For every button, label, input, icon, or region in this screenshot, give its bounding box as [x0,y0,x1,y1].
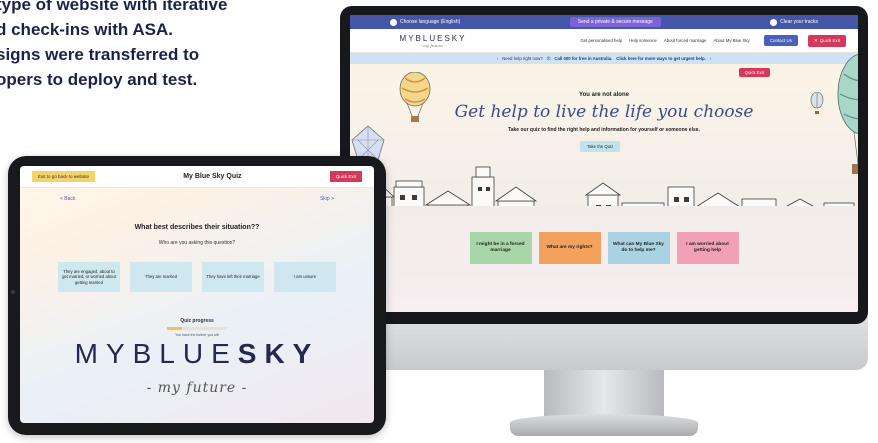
nav-link[interactable]: Help someone [629,38,657,43]
topic-card[interactable]: What are my rights? [538,232,601,264]
utility-bar: Choose language (English) Send a private… [350,15,858,29]
quiz-screen: Exit to go back to website My Blue Sky Q… [20,166,374,423]
intro-line: d check-ins with ASA. [0,20,173,39]
desktop-website: Choose language (English) Send a private… [350,15,858,312]
quiz-question: What best describes their situation?? [134,224,260,231]
quick-exit-button[interactable]: ✕ Quick Exit [807,34,846,47]
quiz-title: My Blue Sky Quiz [183,173,242,180]
nav-links: Get personalised help Help someone About… [478,38,754,43]
back-link[interactable]: < Back [60,196,75,202]
phone-icon: ✆ [546,55,551,61]
topic-cards: I might be in a forced marriage What are… [350,206,858,312]
site-logo[interactable]: MYBLUESKY - my future - [398,34,468,48]
quiz-header: Exit to go back to website My Blue Sky Q… [20,166,374,188]
brand-wordmark: MYBLUESKY [74,338,320,369]
quiz-nav: < Back Skip > [20,188,374,202]
back-to-website-button[interactable]: Exit to go back to website [32,171,96,182]
hero-headline: Get help to live the life you choose [454,102,754,122]
progress-bar [167,327,227,330]
topic-card[interactable]: I am worried about getting help [676,232,739,264]
desktop-monitor: Choose language (English) Send a private… [340,6,878,438]
language-selector[interactable]: Choose language (English) [390,18,460,26]
quiz-option[interactable]: They are married [130,262,192,292]
quiz-option[interactable]: They are engaged, about to get married, … [58,262,120,292]
brand-tagline: - my future - [146,380,248,396]
quiz-options: They are engaged, about to get married, … [20,262,374,292]
clear-tracks-link[interactable]: Clear your tracks [770,18,818,26]
globe-icon [390,18,397,26]
chevron-right-icon[interactable]: › [710,56,711,61]
hero-eyebrow: You are not alone [579,92,629,98]
take-quiz-button[interactable]: Take the Quiz [580,141,621,152]
intro-line: opers to deploy and test. [0,70,198,89]
intro-line: type of website with iterative [0,0,228,14]
topic-card[interactable]: What can My Blue Sky do to help me? [607,232,670,264]
urgent-help-strip: ‹ Need help right now? ✆ Call 000 for fr… [350,53,858,64]
nav-link[interactable]: About My Blue Sky [713,38,749,43]
chevron-left-icon[interactable]: ‹ [497,56,498,61]
tablet-device: Exit to go back to website My Blue Sky Q… [8,156,386,435]
urgent-help-link[interactable]: Click here for more ways to get urgent h… [616,56,706,61]
monitor-bezel: Choose language (English) Send a private… [340,6,868,324]
monitor-stand [544,370,664,418]
nav-link[interactable]: About forced marriage [664,38,707,43]
close-icon: ✕ [813,37,818,43]
contact-us-button[interactable]: Contact Us [763,35,798,46]
intro-copy: type of website with iterative d check-i… [0,0,356,92]
secure-message-button[interactable]: Send a private & secure message [569,17,661,27]
nav-link[interactable]: Get personalised help [580,38,622,43]
monitor-base [510,414,698,436]
quiz-option[interactable]: They have left their marriage [202,262,264,292]
intro-line: signs were transferred to [0,45,200,64]
quiz-question-subtext: Who are you asking this question? [158,240,236,246]
progress-label: Quiz progress [180,318,214,324]
hero-subhead: Take our quiz to find the right help and… [508,127,700,133]
progress-text: You have the further you will [175,333,219,337]
progress-bar-fill [167,327,182,330]
info-icon [770,18,778,26]
topic-card[interactable]: I might be in a forced marriage [469,232,532,264]
quick-exit-button-secondary[interactable]: Quick Exit [738,68,770,77]
camera-icon [11,290,15,294]
quiz-option[interactable]: I am unsure [274,262,336,292]
main-nav: MYBLUESKY - my future - Get personalised… [350,29,858,53]
skip-link[interactable]: Skip > [320,196,334,202]
quick-exit-button[interactable]: Quick Exit [329,171,362,182]
